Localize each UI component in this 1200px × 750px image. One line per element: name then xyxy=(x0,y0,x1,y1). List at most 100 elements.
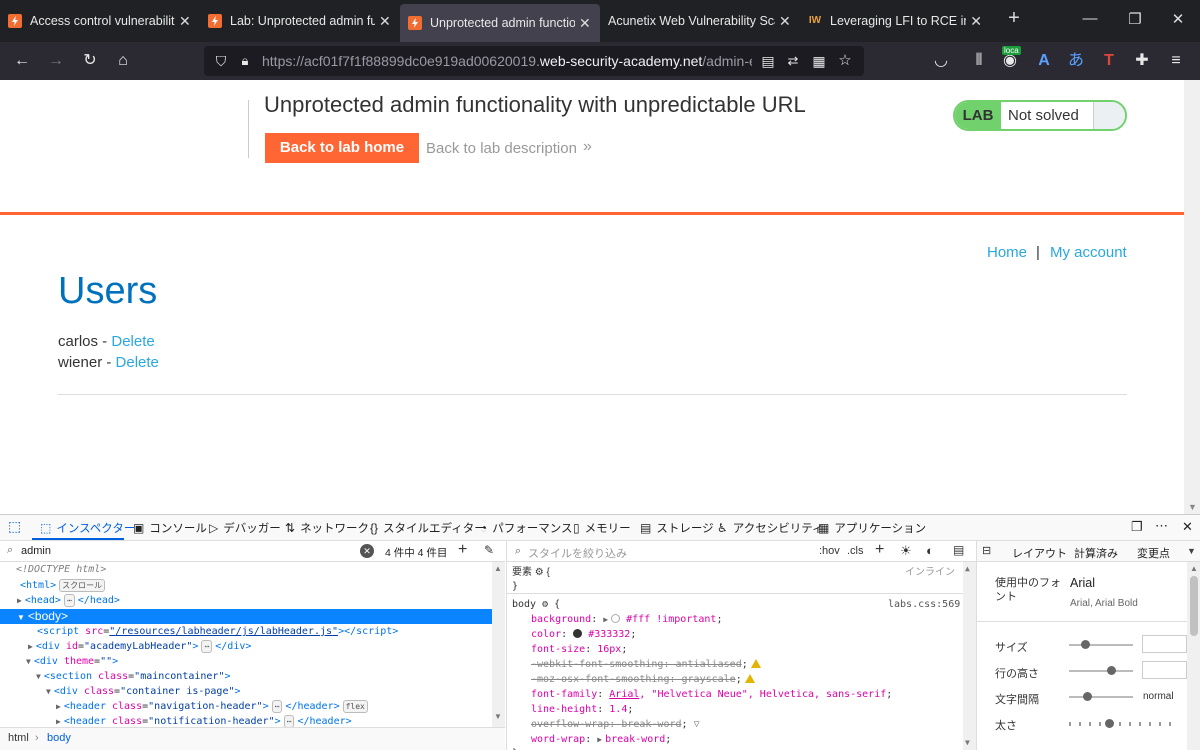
browser-tab-active[interactable]: Unprotected admin functionality ✕ xyxy=(400,4,600,42)
gear-icon[interactable]: ⚙ xyxy=(535,567,544,578)
tab-changes[interactable]: 変更点 xyxy=(1137,545,1170,561)
element-picker-icon[interactable]: ⬚ xyxy=(8,518,21,535)
decl-value[interactable]: 1.4 xyxy=(609,704,627,715)
translate-icon[interactable]: ⇄ xyxy=(782,50,804,72)
decl-value[interactable]: grayscale xyxy=(682,674,736,685)
tab-console[interactable]: ▣ コンソール xyxy=(133,520,207,536)
library-icon[interactable]: ⫴ xyxy=(968,50,990,72)
tab-layout[interactable]: レイアウト xyxy=(1012,545,1067,561)
clear-search-icon[interactable]: ✕ xyxy=(360,544,374,558)
eyedropper-icon[interactable]: ✎ xyxy=(484,543,494,557)
decl-value[interactable]: #333332 xyxy=(588,629,630,640)
chevron-down-icon[interactable]: ▼ xyxy=(1187,546,1196,556)
markup-scrollbar[interactable]: ▲ ▼ xyxy=(492,562,505,727)
slider-knob[interactable] xyxy=(1083,692,1092,701)
dock-side-icon[interactable]: ❐ xyxy=(1131,519,1143,535)
browser-tab[interactable]: Acunetix Web Vulnerability Scanner ✕ xyxy=(600,0,800,42)
slider-knob[interactable] xyxy=(1081,640,1090,649)
markup-search-input[interactable]: admin xyxy=(21,545,51,557)
scrollbar-thumb[interactable] xyxy=(1190,576,1198,636)
tree-body[interactable]: ▼ <body> xyxy=(17,609,68,624)
breadcrumb-item[interactable]: body xyxy=(47,732,71,744)
decl-line-height[interactable]: line-height: 1.4; xyxy=(531,702,633,717)
decl-font-family[interactable]: font-family: Arial, "Helvetica Neue", He… xyxy=(531,687,892,702)
scroll-down-icon[interactable]: ▼ xyxy=(494,712,502,721)
line-height-input[interactable] xyxy=(1142,661,1187,679)
tree-section[interactable]: ▼ <section class="maincontainer"> xyxy=(36,669,231,684)
close-tab-icon[interactable]: ✕ xyxy=(379,13,391,30)
decl-value[interactable]: 16px xyxy=(597,644,621,655)
decl-value[interactable]: Arial xyxy=(609,689,639,700)
tree-doctype[interactable]: <!DOCTYPE html> xyxy=(16,562,106,577)
sidebar-scrollbar[interactable]: ▲ xyxy=(1187,562,1200,750)
home-icon[interactable]: ⌂ xyxy=(112,50,134,72)
print-media-icon[interactable]: ▤ xyxy=(953,543,964,557)
tab-application[interactable]: ▦ アプリケーション xyxy=(818,520,926,536)
forward-arrow-icon[interactable]: → xyxy=(45,50,67,72)
dark-theme-icon[interactable]: ◐ xyxy=(926,543,934,558)
url-bar[interactable]: ⛉ 🔒︎ https://acf01f7f1f88899dc0e919ad006… xyxy=(204,46,864,76)
bookmark-star-icon[interactable]: ☆ xyxy=(834,50,856,72)
delete-user-link[interactable]: Delete xyxy=(116,354,159,371)
decl-word-wrap[interactable]: word-wrap: ▶ break-word; xyxy=(531,732,671,747)
new-tab-icon[interactable]: + xyxy=(1004,7,1024,30)
line-height-slider[interactable] xyxy=(1069,666,1133,675)
decl-background[interactable]: background: ▶ #fff !important; xyxy=(531,612,722,627)
tab-inspector[interactable]: ⬚ インスペクター xyxy=(40,520,135,536)
color-swatch[interactable] xyxy=(611,614,621,623)
decl-value[interactable]: antialiased xyxy=(676,659,742,670)
add-node-icon[interactable]: + xyxy=(458,541,467,559)
qr-code-icon[interactable]: ▦ xyxy=(808,50,830,72)
pocket-icon[interactable]: ◡ xyxy=(930,50,952,72)
tab-debugger[interactable]: ▷ デバッガー xyxy=(209,520,281,536)
browser-tab[interactable]: Lab: Unprotected admin functionality ✕ xyxy=(200,0,400,42)
scroll-down-icon[interactable]: ▼ xyxy=(965,738,970,747)
tab-style-editor[interactable]: {} スタイルエディター xyxy=(370,520,486,536)
scroll-up-icon[interactable]: ▲ xyxy=(965,564,970,573)
scroll-up-icon[interactable]: ▲ xyxy=(494,564,502,573)
decl-value[interactable]: break-word xyxy=(605,734,665,745)
lock-icon[interactable]: 🔒︎ xyxy=(234,50,256,72)
breadcrumb-item[interactable]: html xyxy=(8,732,29,744)
decl-value[interactable]: break-word xyxy=(621,719,681,730)
tree-script[interactable]: <script src="/resources/labheader/js/lab… xyxy=(37,624,398,639)
rules-scrollbar[interactable]: ▲ ▼ xyxy=(963,562,976,750)
close-devtools-icon[interactable]: ✕ xyxy=(1182,519,1193,535)
light-theme-icon[interactable]: ☀ xyxy=(900,543,912,559)
home-link[interactable]: Home xyxy=(987,244,1027,261)
decl-value[interactable]: #fff !important xyxy=(626,614,716,625)
tracking-shield-icon[interactable]: ⛉ xyxy=(210,50,232,72)
tree-head[interactable]: ▶ <head> ⋯ </head> xyxy=(17,593,120,608)
scroll-down-icon[interactable]: ▼ xyxy=(1188,502,1197,512)
page-scrollbar[interactable]: ▼ xyxy=(1184,80,1200,514)
slider-knob[interactable] xyxy=(1107,666,1116,675)
decl-color[interactable]: color: #333332; xyxy=(531,627,636,642)
more-options-icon[interactable]: ⋯ xyxy=(1155,518,1168,534)
translate-extension-icon[interactable]: A xyxy=(1033,50,1055,72)
scroll-up-icon[interactable]: ▲ xyxy=(1190,564,1198,573)
gear-icon[interactable]: ⚙ xyxy=(542,599,548,610)
close-tab-icon[interactable]: ✕ xyxy=(579,15,591,32)
tab-accessibility[interactable]: ♿︎ アクセシビリティ xyxy=(717,520,824,536)
tree-selected-row[interactable]: ▼ <body> xyxy=(0,609,492,624)
rules-filter-input[interactable]: スタイルを絞り込み xyxy=(528,545,627,561)
reader-view-icon[interactable]: ▤ xyxy=(757,50,779,72)
slider-knob[interactable] xyxy=(1105,719,1114,728)
browser-tab[interactable]: IW Leveraging LFI to RCE in a website ✕ xyxy=(800,0,990,42)
my-account-link[interactable]: My account xyxy=(1050,244,1127,261)
decl-value[interactable]: , "Helvetica Neue", Helvetica, sans-seri… xyxy=(639,689,886,700)
tab-memory[interactable]: ▯ メモリー xyxy=(573,520,631,536)
filter-funnel-icon[interactable]: ▽ xyxy=(694,719,700,730)
close-tab-icon[interactable]: ✕ xyxy=(970,13,982,30)
cls-toggle[interactable]: .cls xyxy=(847,545,864,557)
size-slider[interactable] xyxy=(1069,640,1133,649)
close-tab-icon[interactable]: ✕ xyxy=(179,13,191,30)
reload-icon[interactable]: ↻ xyxy=(79,50,101,72)
tab-computed[interactable]: 計算済み xyxy=(1074,545,1118,561)
letter-spacing-slider[interactable] xyxy=(1069,692,1133,701)
decl-font-size[interactable]: font-size: 16px; xyxy=(531,642,627,657)
tab-storage[interactable]: ▤ ストレージ xyxy=(640,520,714,536)
t-extension-icon[interactable]: T xyxy=(1098,50,1120,72)
kanji-extension-icon[interactable]: あ xyxy=(1065,50,1087,72)
decl-moz-smoothing[interactable]: -moz-osx-font-smoothing: grayscale; xyxy=(531,672,755,687)
